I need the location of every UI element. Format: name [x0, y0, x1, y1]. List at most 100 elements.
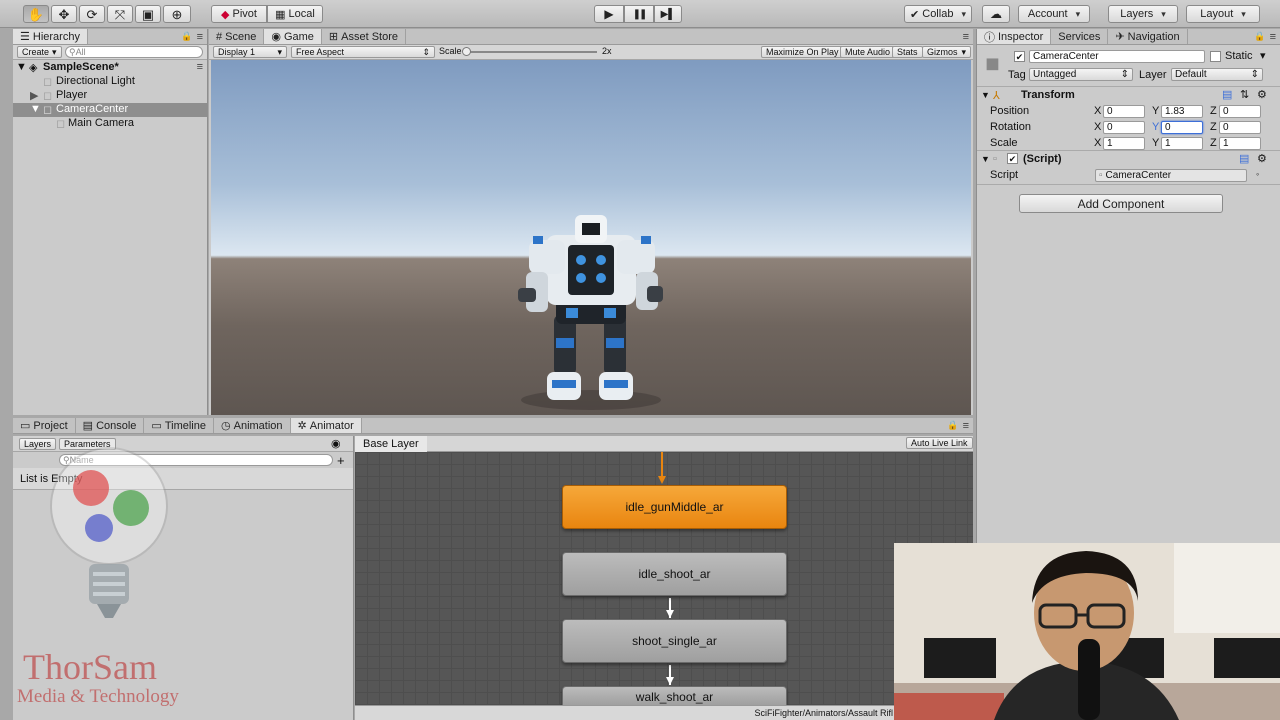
tab-scene[interactable]: # Scene	[209, 29, 265, 44]
tag-dropdown[interactable]: Untagged ⇕	[1029, 68, 1133, 81]
hierarchy-tabbar: ☰ Hierarchy 🔒 ≡	[13, 29, 207, 45]
layout-dropdown[interactable]: Layout	[1186, 5, 1260, 23]
gear-icon[interactable]: ⚙	[1257, 152, 1267, 165]
tab-animator[interactable]: ✲ Animator	[290, 418, 362, 433]
object-name-input[interactable]: CameraCenter	[1029, 50, 1205, 63]
move-icon: ✥	[58, 6, 70, 22]
hierarchy-item[interactable]: ◻ Directional Light	[13, 75, 207, 89]
hand-tool-button[interactable]: ✋	[23, 5, 49, 23]
move-tool-button[interactable]: ✥	[51, 5, 77, 23]
game-viewport[interactable]	[211, 60, 971, 415]
tab-services[interactable]: Services	[1051, 29, 1109, 44]
pivot-button[interactable]: ◆ Pivot	[211, 5, 267, 23]
search-icon: ⚲	[69, 47, 76, 57]
gear-icon[interactable]: ⚙	[1257, 88, 1267, 101]
stats-toggle[interactable]: Stats	[892, 46, 923, 58]
script-enabled-checkbox[interactable]: ✔	[1007, 153, 1018, 164]
scale-slider-thumb[interactable]	[462, 47, 471, 56]
script-object-field[interactable]: ▫ CameraCenter	[1095, 169, 1247, 182]
state-node-default[interactable]: idle_gunMiddle_ar	[562, 485, 787, 529]
scale-z-field[interactable]: 1	[1219, 137, 1261, 150]
webcam-overlay	[894, 543, 1280, 720]
position-y-field[interactable]: 1.83	[1161, 105, 1203, 118]
tab-game[interactable]: ◉ Game	[264, 29, 322, 44]
help-book-icon[interactable]: ▤	[1239, 152, 1249, 165]
animator-icon: ✲	[297, 420, 307, 432]
panel-menu[interactable]: 🔒 ≡	[947, 418, 973, 433]
hierarchy-search-input[interactable]: ⚲All	[65, 46, 203, 58]
layers-dropdown[interactable]: Layers	[1108, 5, 1178, 23]
rotate-icon: ⟳	[86, 6, 98, 22]
animator-path-bar: SciFiFighter/Animators/Assault Rifl	[355, 705, 895, 720]
tab-animation[interactable]: ◷ Animation	[214, 418, 291, 433]
panel-menu[interactable]: 🔒 ≡	[181, 29, 207, 44]
dropdown-icon: ▾	[52, 46, 57, 57]
grid-icon: #	[216, 30, 223, 43]
watermark-subtitle: Media & Technology	[17, 686, 179, 707]
preset-icon[interactable]: ⇅	[1240, 88, 1249, 101]
state-node[interactable]: shoot_single_ar	[562, 619, 787, 663]
position-x-field[interactable]: 0	[1103, 105, 1145, 118]
cloud-button[interactable]: ☁	[982, 5, 1010, 23]
static-checkbox[interactable]	[1210, 51, 1221, 62]
list-icon: ☰	[20, 31, 30, 43]
position-z-field[interactable]: 0	[1219, 105, 1261, 118]
eye-icon[interactable]: ◉	[331, 437, 341, 450]
panel-menu[interactable]: ≡	[963, 29, 973, 44]
display-dropdown[interactable]: Display 1 ▾	[213, 46, 287, 58]
scale-tool-button[interactable]: ⤧	[107, 5, 133, 23]
mute-audio-toggle[interactable]: Mute Audio	[840, 46, 896, 58]
state-node[interactable]: walk_shoot_ar	[562, 686, 787, 706]
expand-arrow-icon[interactable]: ▼	[981, 90, 990, 100]
rect-tool-button[interactable]: ▣	[135, 5, 161, 23]
collab-dropdown[interactable]: ✔ Collab	[904, 5, 972, 23]
object-picker-icon[interactable]: ◦	[1256, 169, 1259, 179]
active-checkbox[interactable]: ✔	[1014, 51, 1025, 62]
scene-row[interactable]: ▼ ◈ SampleScene* ≡	[13, 61, 207, 75]
rotation-y-field[interactable]: 0	[1161, 121, 1203, 134]
pivot-icon: ◆	[221, 8, 230, 21]
account-dropdown[interactable]: Account	[1018, 5, 1090, 23]
rotate-tool-button[interactable]: ⟳	[79, 5, 105, 23]
hierarchy-item[interactable]: ▶ ◻ Player	[13, 89, 207, 103]
scale-x-field[interactable]: 1	[1103, 137, 1145, 150]
aspect-dropdown[interactable]: Free Aspect ⇕	[291, 46, 435, 58]
script-component: ▼ ▫ ✔ (Script) ▤ ⚙ Script ▫ CameraCenter …	[977, 151, 1280, 185]
add-parameter-icon[interactable]: +	[337, 453, 345, 468]
panel-menu[interactable]: 🔒 ≡	[1254, 29, 1280, 44]
transform-tool-button[interactable]: ⊕	[163, 5, 191, 23]
create-button[interactable]: Create ▾	[17, 46, 62, 58]
step-icon: ▶▌	[660, 8, 676, 20]
clock-icon: ◷	[221, 420, 231, 432]
tab-timeline[interactable]: ▭ Timeline	[144, 418, 214, 433]
gizmos-dropdown[interactable]: Gizmos ▾	[922, 46, 972, 58]
local-button[interactable]: ▦ Local	[267, 5, 323, 23]
scale-y-field[interactable]: 1	[1161, 137, 1203, 150]
rotation-z-field[interactable]: 0	[1219, 121, 1261, 134]
tab-project[interactable]: ▭ Project	[13, 418, 76, 433]
expand-arrow-icon[interactable]: ▼	[981, 154, 990, 164]
maximize-on-play-toggle[interactable]: Maximize On Play	[761, 46, 844, 58]
scale-slider-track[interactable]	[465, 51, 597, 53]
hierarchy-item-selected[interactable]: ▼ ◻ CameraCenter	[13, 103, 207, 117]
tab-hierarchy[interactable]: ☰ Hierarchy	[13, 29, 88, 44]
webcam-person-image	[894, 543, 1280, 720]
help-book-icon[interactable]: ▤	[1222, 88, 1232, 101]
static-dropdown-icon[interactable]: ▾	[1260, 49, 1266, 62]
tab-inspector[interactable]: ⓘ Inspector	[977, 29, 1052, 44]
add-component-button[interactable]: Add Component	[1019, 194, 1223, 213]
state-node[interactable]: idle_shoot_ar	[562, 552, 787, 596]
tab-console[interactable]: ▤ Console	[76, 418, 145, 433]
rotation-x-field[interactable]: 0	[1103, 121, 1145, 134]
tab-asset-store[interactable]: ⊞ Asset Store	[322, 29, 406, 44]
hierarchy-item[interactable]: ◻ Main Camera	[13, 117, 207, 131]
layer-dropdown[interactable]: Default ⇕	[1171, 68, 1263, 81]
pause-button[interactable]: ❚❚	[624, 5, 654, 23]
play-button[interactable]: ▶	[594, 5, 624, 23]
dropdown-icon: ▾	[277, 46, 282, 57]
step-button[interactable]: ▶▌	[654, 5, 682, 23]
local-icon: ▦	[275, 8, 286, 21]
scene-menu-icon[interactable]: ≡	[197, 61, 203, 73]
transform-icon: ⅄	[993, 90, 1000, 102]
tab-navigation[interactable]: ✈ Navigation	[1108, 29, 1188, 44]
